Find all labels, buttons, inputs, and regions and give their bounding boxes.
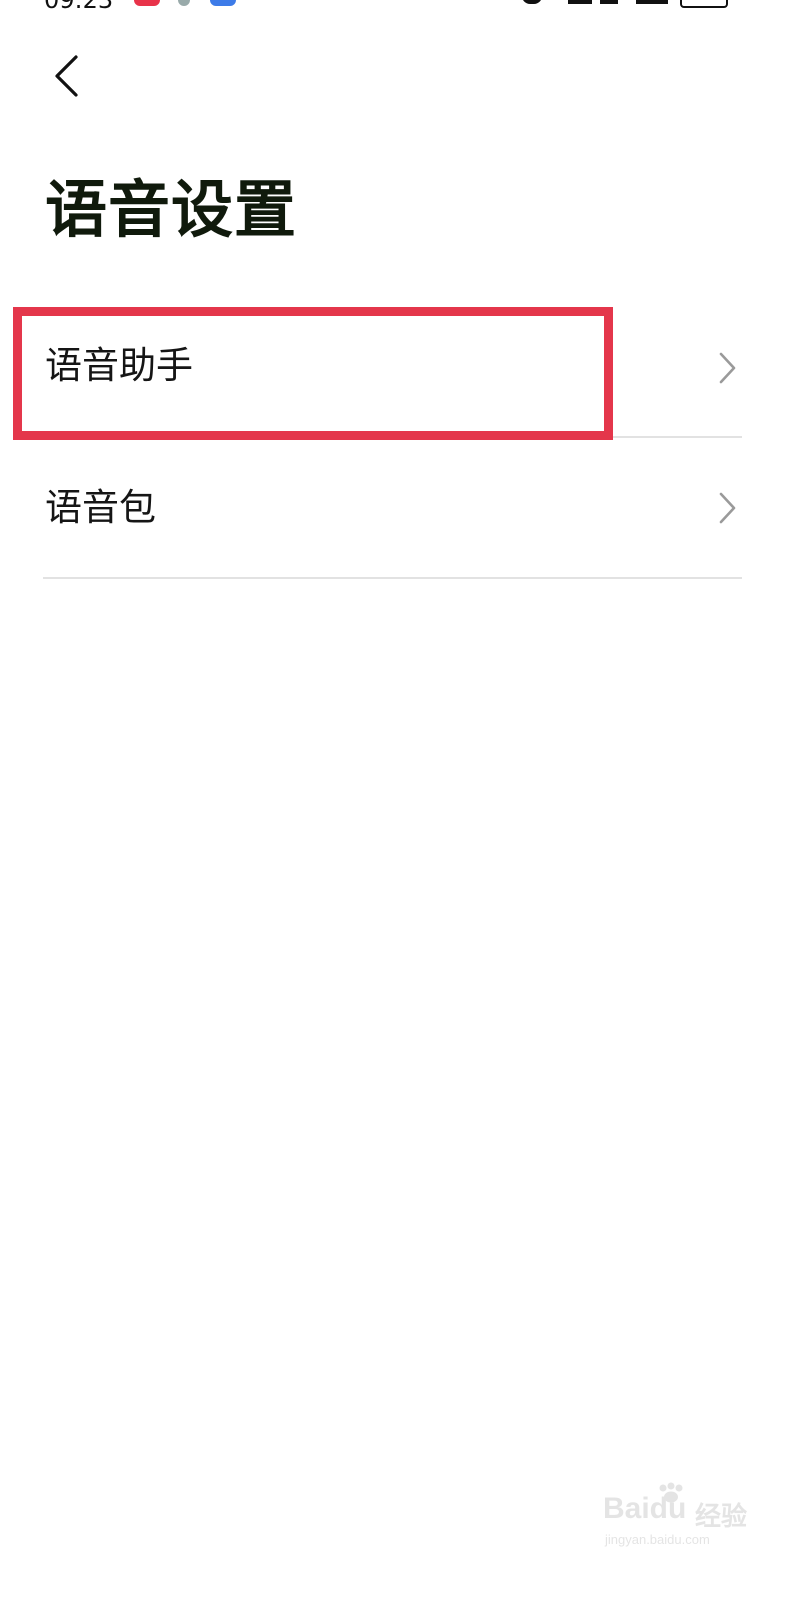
- chevron-left-icon: [55, 55, 78, 97]
- list-item-voice-pack[interactable]: 语音包: [0, 439, 802, 579]
- notification-app-icon: [210, 0, 236, 6]
- status-time: 09:23: [44, 0, 114, 14]
- status-bar: 09:23: [0, 0, 802, 14]
- watermark-product: 经验: [695, 1501, 748, 1531]
- signal-icon: [636, 0, 668, 4]
- paw-logo-icon: [659, 1482, 683, 1503]
- page-title: 语音设置: [45, 173, 298, 246]
- network-speed-icon: [568, 0, 592, 4]
- chevron-right-icon: [719, 492, 736, 524]
- chevron-right-icon: [719, 352, 736, 384]
- list-item-voice-assistant[interactable]: 语音助手: [0, 298, 802, 438]
- notification-app-icon: [134, 0, 160, 6]
- divider: [43, 436, 742, 438]
- list-item-label: 语音包: [45, 486, 156, 529]
- watermark-url: jingyan.baidu.com: [605, 1532, 710, 1547]
- notification-app-icon: [178, 0, 190, 6]
- sim-icon: [600, 0, 618, 4]
- battery-icon: [680, 0, 728, 8]
- divider: [43, 577, 742, 579]
- list-item-label: 语音助手: [45, 344, 193, 387]
- back-button[interactable]: [44, 48, 94, 104]
- baidu-jingyan-watermark: Baidu 经验 jingyan.baidu.com: [603, 1482, 748, 1557]
- alarm-icon: [522, 0, 542, 4]
